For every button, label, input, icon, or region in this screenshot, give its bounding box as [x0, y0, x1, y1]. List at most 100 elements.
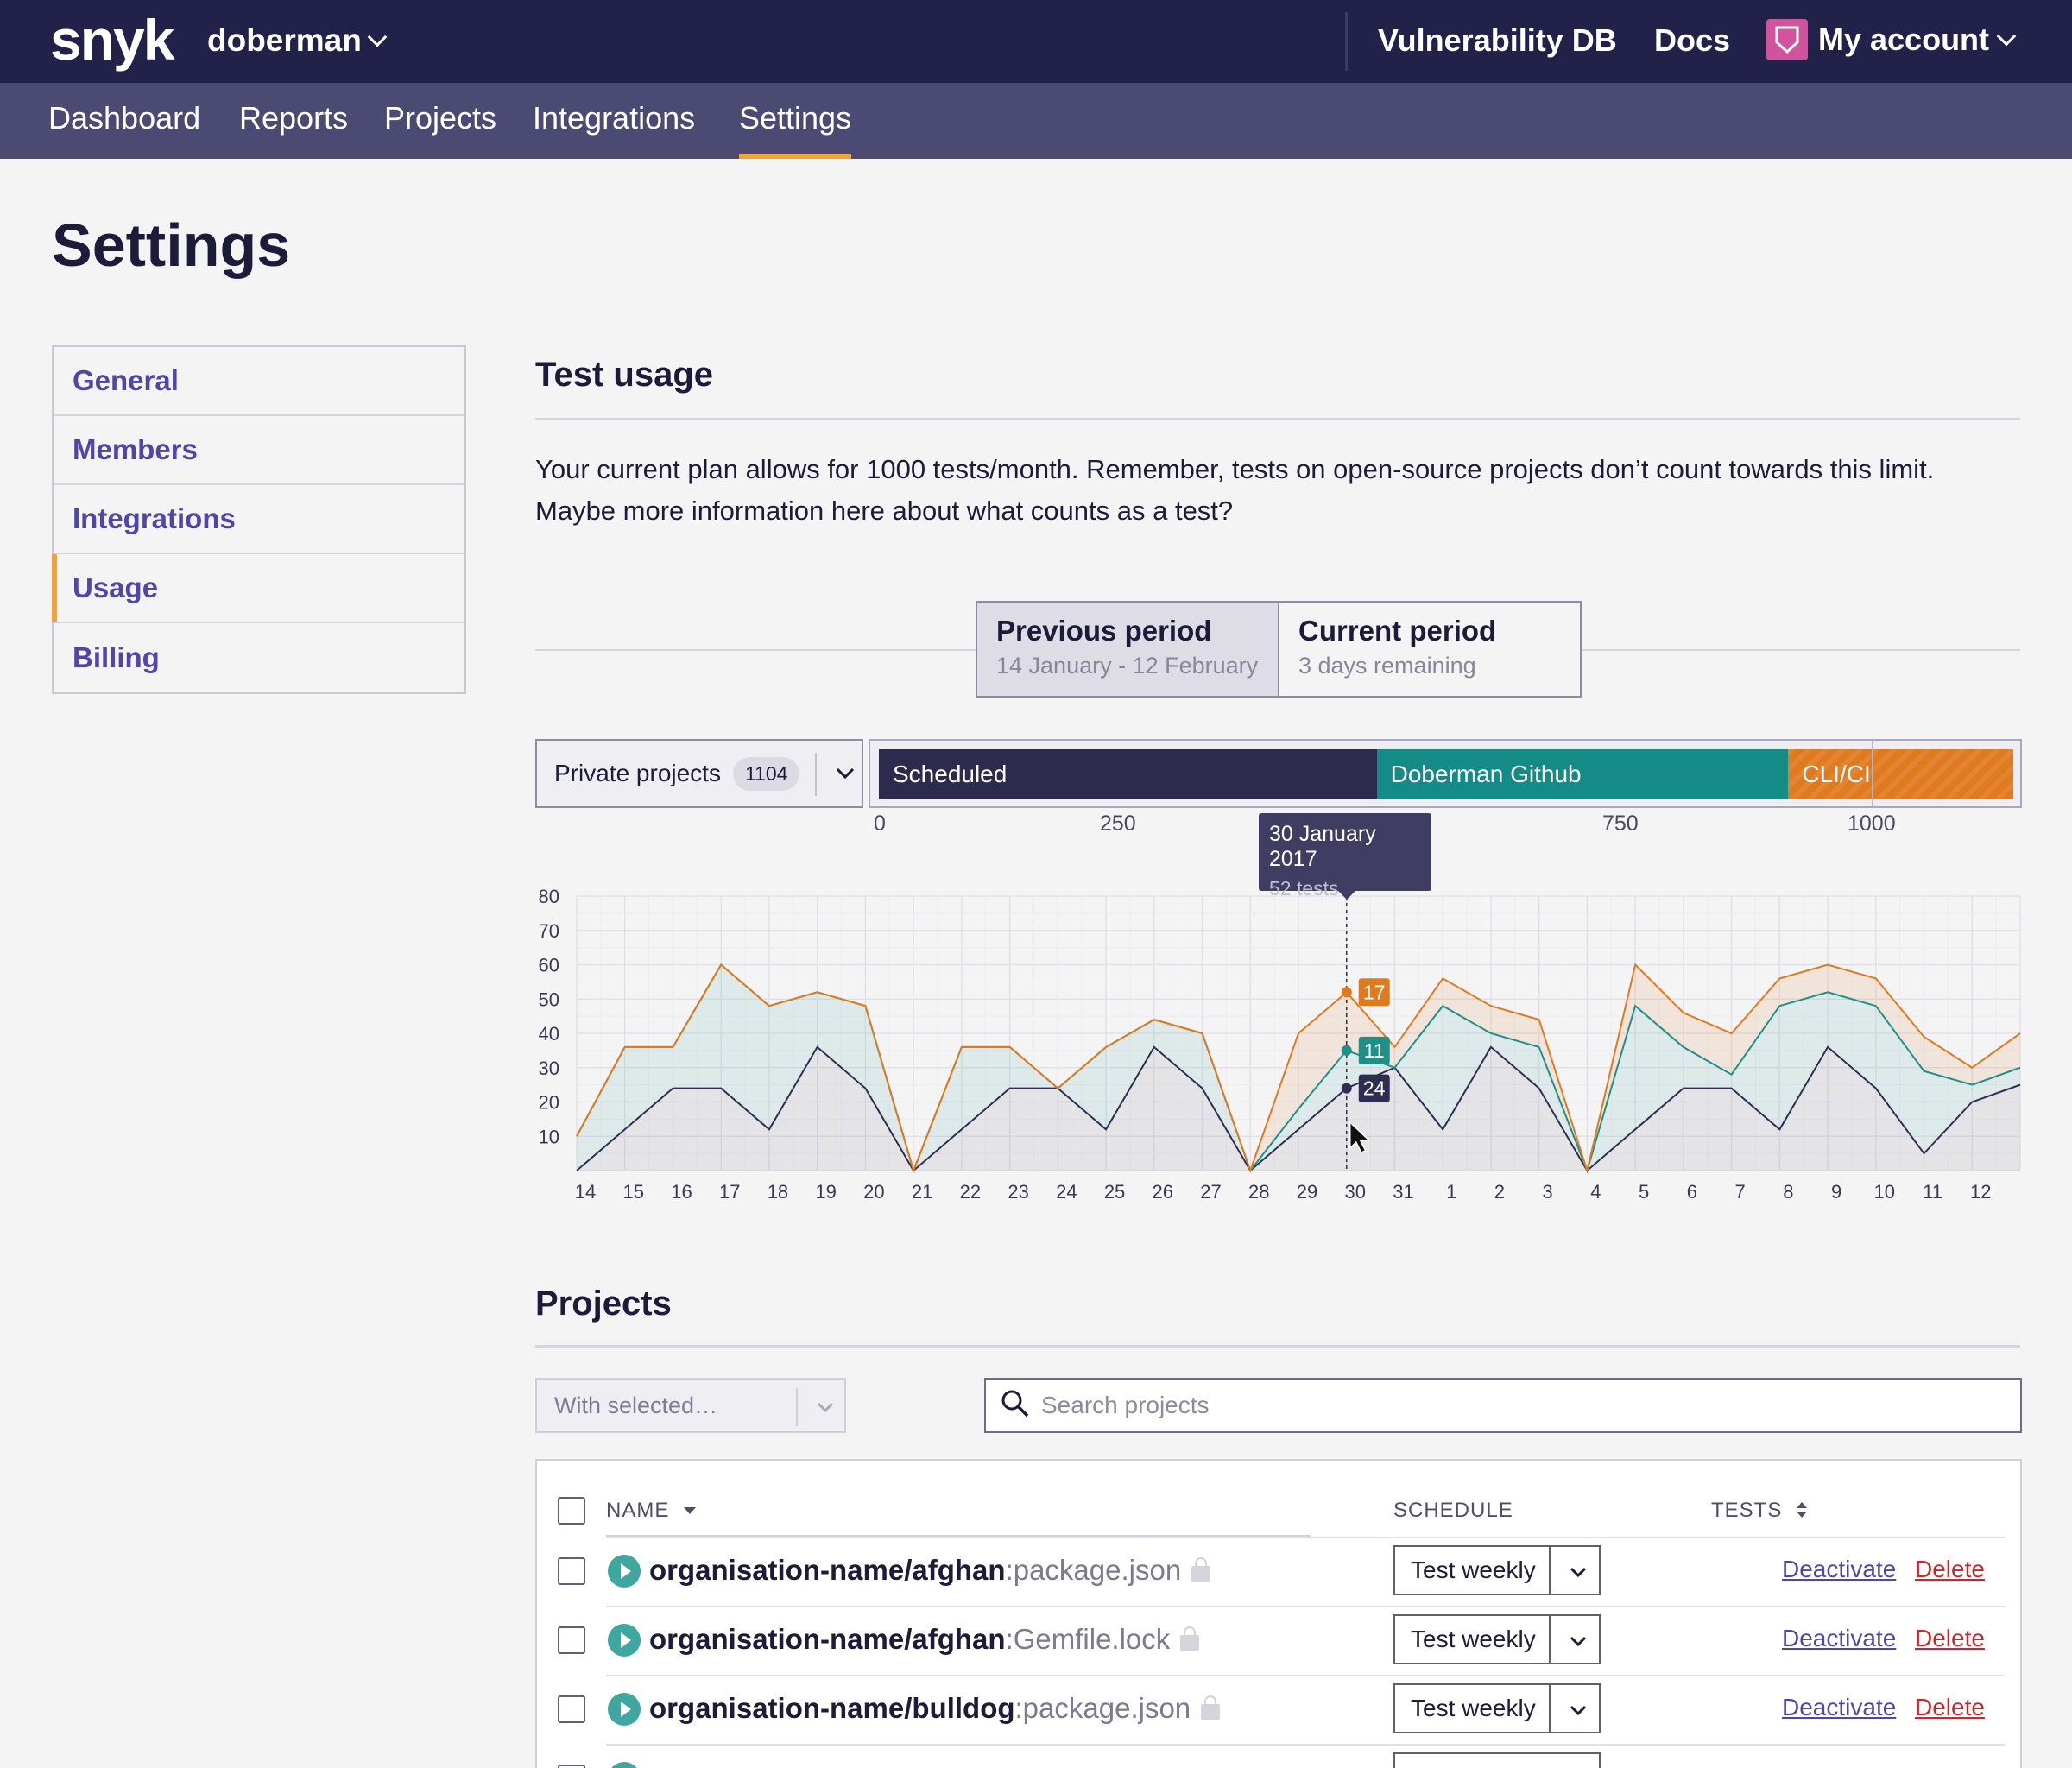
name-header-label: NAME	[606, 1499, 670, 1522]
schedule-select[interactable]	[1393, 1752, 1601, 1768]
top-bar: snyk doberman Vulnerability DB Docs My a…	[0, 0, 2072, 83]
chevron-down-icon[interactable]	[834, 756, 856, 795]
test-usage-title: Test usage	[535, 356, 713, 394]
schedule-separator	[1549, 1685, 1551, 1732]
x-tick-label: 12	[1970, 1181, 1991, 1203]
row-checkbox[interactable]	[558, 1626, 585, 1654]
usage-description: Your current plan allows for 1000 tests/…	[535, 454, 1935, 526]
project-repo: organisation-name/afghan	[649, 1554, 1006, 1586]
filter-separator	[815, 753, 817, 796]
segment-label: Doberman Github	[1390, 761, 1582, 787]
tab-projects[interactable]: Projects	[384, 100, 496, 159]
deactivate-link[interactable]: Deactivate	[1782, 1556, 1896, 1583]
delete-link[interactable]: Delete	[1915, 1625, 1985, 1652]
x-tick-label: 31	[1393, 1181, 1413, 1203]
lock-icon	[1201, 1695, 1221, 1720]
deactivate-link[interactable]: Deactivate	[1782, 1694, 1896, 1721]
x-tick-label: 11	[1923, 1181, 1942, 1203]
y-tick-label: 80	[539, 886, 559, 907]
tooltip-date: 30 January 2017	[1269, 822, 1376, 871]
project-repo: organisation-name/afghan	[649, 1623, 1006, 1655]
usage-segment-scheduled[interactable]: Scheduled	[879, 749, 1377, 799]
table-row: organisation-name/afghan:package.json Te…	[537, 1537, 2022, 1606]
search-box[interactable]	[984, 1378, 2022, 1433]
usage-bar-segments: Scheduled Doberman Github CLI/CI	[879, 749, 2013, 799]
sidebar-item-general[interactable]: General	[54, 347, 464, 416]
schedule-select[interactable]: Test weekly	[1393, 1683, 1601, 1733]
highlight-value: 17	[1363, 981, 1386, 1003]
column-header-tests[interactable]: TESTS	[1711, 1499, 1810, 1523]
tab-integrations[interactable]: Integrations	[533, 100, 695, 159]
project-type-filter[interactable]: Private projects 1104	[535, 739, 863, 808]
schedule-separator	[1549, 1616, 1551, 1663]
project-file: :package.json	[1014, 1692, 1191, 1724]
x-tick-label: 10	[1874, 1181, 1895, 1203]
row-checkbox[interactable]	[558, 1695, 585, 1723]
play-circle-icon[interactable]	[608, 1693, 641, 1726]
usage-segment-github[interactable]: Doberman Github	[1376, 749, 1789, 799]
projects-table: NAME SCHEDULE TESTS organisation-name/af…	[535, 1459, 2022, 1768]
project-name[interactable]: organisation-name/afghan:Gemfile.lock	[649, 1623, 1200, 1656]
bulk-action-select[interactable]: With selected…	[535, 1378, 846, 1433]
section-divider	[535, 1345, 2020, 1348]
sidebar-item-members[interactable]: Members	[54, 416, 464, 485]
sidebar-item-integrations[interactable]: Integrations	[54, 485, 464, 554]
lock-icon	[1191, 1557, 1211, 1582]
x-tick-label: 25	[1104, 1181, 1125, 1203]
x-tick-label: 7	[1734, 1181, 1745, 1203]
delete-link[interactable]: Delete	[1915, 1694, 1985, 1721]
highlight-label: 17	[1358, 978, 1390, 1007]
vulnerability-db-link[interactable]: Vulnerability DB	[1378, 22, 1617, 59]
y-tick-label: 10	[539, 1126, 559, 1147]
delete-link[interactable]: Delete	[1915, 1556, 1985, 1583]
schedule-select[interactable]: Test weekly	[1393, 1614, 1601, 1664]
segment-label: Scheduled	[893, 761, 1008, 787]
my-account-menu[interactable]: My account	[1766, 19, 2017, 60]
deactivate-link[interactable]: Deactivate	[1782, 1625, 1896, 1652]
play-circle-icon[interactable]	[608, 1555, 641, 1588]
segment-label: CLI/CI	[1802, 761, 1871, 787]
project-name[interactable]: organisation-name/bulldog:package.json	[649, 1692, 1221, 1725]
current-period-title: Current period	[1298, 615, 1497, 647]
row-checkbox[interactable]	[558, 1557, 585, 1585]
account-avatar-icon	[1766, 19, 1808, 60]
play-circle-icon[interactable]	[608, 1762, 641, 1768]
previous-period-button[interactable]: Previous period 14 January - 12 February	[977, 603, 1279, 696]
select-all-checkbox[interactable]	[558, 1497, 585, 1525]
usage-axis-tick: 1000	[1848, 811, 1896, 836]
table-row: organisation-name/bulldog:package.json T…	[537, 1675, 2022, 1744]
sidebar-item-billing[interactable]: Billing	[54, 623, 464, 692]
sidebar-item-usage[interactable]: Usage	[52, 554, 464, 623]
y-tick-label: 30	[539, 1058, 559, 1079]
daily-usage-chart: 171124102030405060708014 15 16 17 18 19 20 21 22…	[539, 886, 2021, 1203]
column-header-name[interactable]: NAME	[606, 1499, 698, 1523]
settings-sidebar: General Members Integrations Usage Billi…	[52, 345, 466, 694]
usage-axis-tick: 750	[1602, 811, 1639, 836]
chevron-down-icon	[1568, 1697, 1589, 1727]
highlight-point	[1341, 1083, 1352, 1094]
chevron-down-icon	[815, 1392, 836, 1429]
x-tick-label: 22	[960, 1181, 981, 1203]
docs-link[interactable]: Docs	[1654, 22, 1730, 59]
main-nav: Dashboard Reports Projects Integrations …	[0, 83, 2072, 159]
y-tick-label: 60	[539, 955, 559, 976]
snyk-logo[interactable]: snyk	[50, 7, 174, 73]
tab-reports[interactable]: Reports	[239, 100, 348, 159]
play-circle-icon[interactable]	[608, 1624, 641, 1657]
search-projects-input[interactable]	[1041, 1392, 2020, 1419]
tab-settings[interactable]: Settings	[739, 100, 852, 159]
schedule-separator	[1549, 1547, 1551, 1594]
tab-dashboard[interactable]: Dashboard	[48, 100, 200, 159]
schedule-select[interactable]: Test weekly	[1393, 1545, 1601, 1595]
y-tick-label: 20	[539, 1092, 559, 1114]
current-period-button[interactable]: Current period 3 days remaining	[1279, 603, 1580, 696]
project-name[interactable]: organisation-name/afghan:package.json	[649, 1554, 1211, 1587]
row-checkbox[interactable]	[558, 1765, 585, 1768]
highlight-point	[1341, 987, 1352, 998]
schedule-value: Test weekly	[1411, 1695, 1536, 1721]
org-switcher[interactable]: doberman	[207, 22, 388, 59]
y-tick-label: 70	[539, 920, 559, 942]
org-name: doberman	[207, 22, 362, 58]
usage-segment-cli[interactable]: CLI/CI	[1788, 749, 2013, 799]
x-tick-label: 26	[1153, 1181, 1173, 1203]
